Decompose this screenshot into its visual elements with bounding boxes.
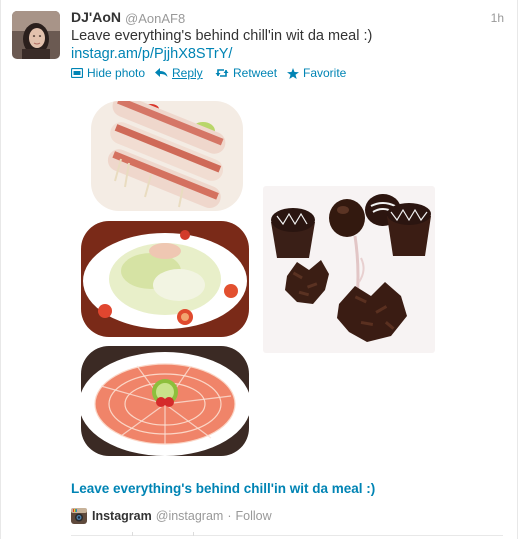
favorite-button[interactable]: Favorite: [287, 66, 346, 80]
source-handle[interactable]: @instagram: [156, 509, 224, 523]
user-handle[interactable]: @AonAF8: [125, 11, 185, 26]
retweet-icon: [215, 69, 229, 77]
food-photo-salad[interactable]: [81, 221, 249, 337]
retweet-button[interactable]: Retweet: [215, 66, 277, 80]
instagram-camera-icon: [71, 508, 87, 524]
tweet-link[interactable]: instagr.am/p/PjjhX8STrY/: [71, 46, 232, 62]
food-photo-chocolates[interactable]: [263, 186, 435, 353]
reply-button[interactable]: Reply: [155, 66, 203, 80]
timestamp[interactable]: 1h: [491, 11, 504, 25]
source-attribution: Instagram @instagram · Follow: [71, 507, 272, 525]
photo-icon: [71, 68, 83, 78]
tweet-card: DJ'AoN @AonAF8 1h Leave everything's beh…: [0, 0, 518, 539]
follow-link[interactable]: Follow: [236, 509, 272, 523]
reply-arrow-icon: [155, 68, 168, 77]
reply-label: Reply: [172, 66, 203, 80]
source-name[interactable]: Instagram: [92, 509, 152, 523]
card-title-link[interactable]: Leave everything's behind chill'in wit d…: [71, 481, 375, 496]
star-icon: [287, 67, 299, 79]
separator-dot: ·: [227, 509, 232, 523]
display-name[interactable]: DJ'AoN: [71, 9, 121, 25]
divider-tick: [193, 532, 194, 536]
tweet-text: Leave everything's behind chill'in wit d…: [71, 28, 373, 44]
food-photo-salmon[interactable]: [81, 346, 249, 456]
avatar[interactable]: [12, 11, 60, 59]
hide-photo-label: Hide photo: [87, 66, 146, 80]
food-photo-bacon-rolls[interactable]: [91, 101, 243, 211]
divider-tick: [132, 532, 133, 536]
retweet-label: Retweet: [233, 66, 278, 80]
divider: [71, 535, 503, 536]
favorite-label: Favorite: [303, 66, 347, 80]
hide-photo-button[interactable]: Hide photo: [71, 66, 145, 80]
